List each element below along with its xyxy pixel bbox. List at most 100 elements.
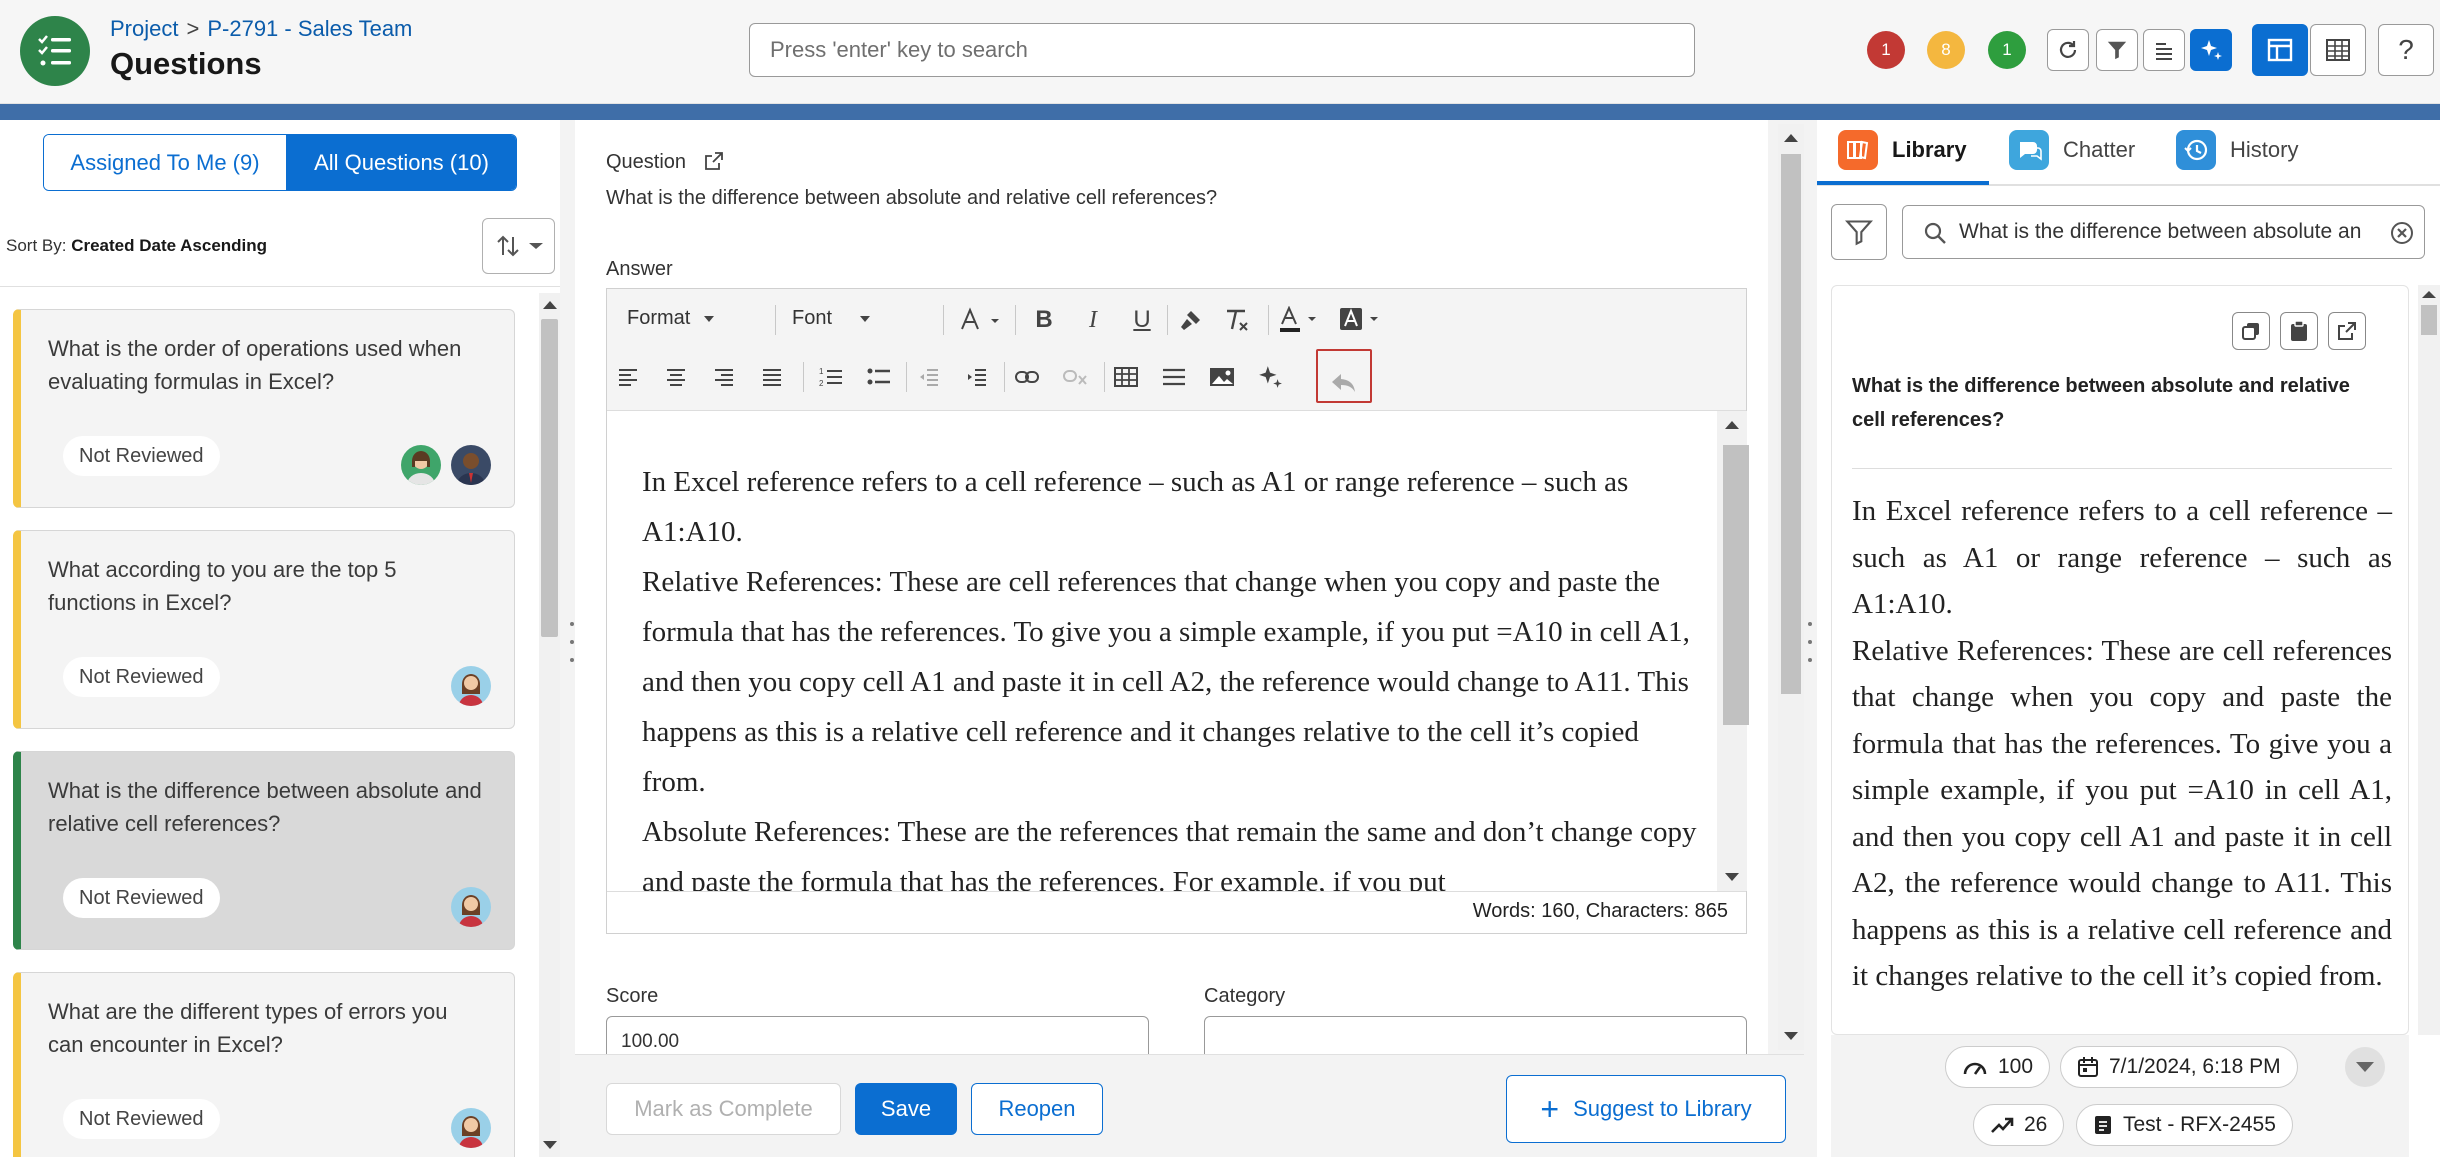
scrollbar-thumb[interactable] [1781, 154, 1801, 694]
outdent-button[interactable] [912, 360, 946, 394]
chevron-down-icon [2356, 1062, 2374, 1072]
save-button[interactable]: Save [855, 1083, 957, 1135]
font-select[interactable]: Font [792, 307, 871, 330]
ai-assist-button[interactable] [2190, 29, 2232, 71]
divider [0, 286, 560, 287]
format-select[interactable]: Format [627, 307, 715, 330]
plus-icon: + [1540, 1091, 1560, 1127]
toolbar-divider [803, 362, 804, 392]
horizontal-rule-button[interactable] [1157, 360, 1191, 394]
editor-scrollbar[interactable] [1717, 411, 1749, 891]
question-card[interactable]: What according to you are the top 5 func… [13, 530, 515, 729]
status-count-red[interactable]: 1 [1867, 31, 1905, 69]
background-color-button[interactable] [1335, 303, 1387, 337]
question-text: What is the difference between absolute … [606, 187, 1218, 209]
insert-table-button[interactable] [1109, 360, 1143, 394]
scroll-down-icon [1725, 873, 1739, 881]
status-badge: Not Reviewed [63, 657, 220, 697]
library-result-card: What is the difference between absolute … [1831, 285, 2409, 1035]
tab-assigned-to-me[interactable]: Assigned To Me (9) [44, 135, 287, 190]
underline-button[interactable]: U [1125, 303, 1159, 337]
text-format-button[interactable] [2143, 29, 2185, 71]
scroll-up-icon [543, 301, 557, 309]
history-icon [2176, 130, 2216, 170]
question-label: Question [606, 151, 724, 174]
answer-text[interactable]: In Excel reference refers to a cell refe… [642, 457, 1702, 891]
remove-link-button[interactable] [1058, 360, 1092, 394]
library-icon [1838, 130, 1878, 170]
tab-all-questions[interactable]: All Questions (10) [287, 135, 516, 190]
editor-content-area[interactable]: In Excel reference refers to a cell refe… [607, 411, 1719, 891]
resize-handle-right[interactable] [1808, 622, 1814, 662]
answer-label: Answer [606, 258, 673, 280]
align-right-button[interactable] [707, 360, 741, 394]
suggest-to-library-button[interactable]: + Suggest to Library [1506, 1075, 1786, 1143]
clear-search-icon[interactable] [2390, 221, 2414, 245]
question-filter-tabs: Assigned To Me (9) All Questions (10) [43, 134, 517, 191]
detail-scrollbar[interactable] [1778, 124, 1804, 1050]
insert-image-button[interactable] [1205, 360, 1239, 394]
horizontal-rule-icon [1163, 368, 1185, 386]
insert-link-button[interactable] [1010, 360, 1044, 394]
source-chip-value: Test - RFX-2455 [2123, 1113, 2276, 1136]
expand-footer-button[interactable] [2345, 1047, 2385, 1087]
scrollbar-thumb[interactable] [2421, 305, 2437, 335]
tab-history[interactable]: History [2176, 130, 2298, 170]
bullet-list-button[interactable] [862, 360, 896, 394]
filter-button[interactable] [2096, 29, 2138, 71]
status-count-yellow[interactable]: 8 [1927, 31, 1965, 69]
indent-button[interactable] [960, 360, 994, 394]
bullet-list-icon [867, 368, 890, 385]
editor-toolbar: Format Font B I U 12 [607, 289, 1746, 411]
justify-button[interactable] [755, 360, 789, 394]
unlink-icon [1063, 370, 1087, 385]
text-color-button[interactable] [1275, 303, 1327, 337]
status-count-green[interactable]: 1 [1988, 31, 2026, 69]
library-filter-button[interactable] [1831, 204, 1887, 260]
global-search-input[interactable]: Press 'enter' key to search [749, 23, 1695, 77]
breadcrumb: Project > P-2791 - Sales Team [110, 16, 412, 42]
clear-format-icon [1227, 309, 1248, 331]
toolbar-divider [1004, 362, 1005, 392]
clear-format-button[interactable] [1220, 303, 1254, 337]
bold-button[interactable]: B [1027, 303, 1061, 337]
breadcrumb-project[interactable]: P-2791 - Sales Team [207, 16, 412, 41]
panel-layout-icon [2267, 38, 2293, 62]
numbered-list-button[interactable]: 12 [814, 360, 848, 394]
library-search-input[interactable]: What is the difference between absolute … [1902, 205, 2425, 259]
question-card-selected[interactable]: What is the difference between absolute … [13, 751, 515, 950]
scrollbar-thumb[interactable] [1723, 445, 1749, 725]
font-size-button[interactable] [953, 303, 1009, 337]
toolbar-divider [1104, 362, 1105, 392]
question-list-scrollbar[interactable] [539, 293, 560, 1157]
tab-history-label: History [2230, 137, 2299, 162]
source-chip[interactable]: Test - RFX-2455 [2076, 1104, 2293, 1146]
question-card[interactable]: What is the order of operations used whe… [13, 309, 515, 508]
layout-panel-view-button[interactable] [2252, 24, 2308, 76]
clipboard-button[interactable] [2280, 312, 2318, 350]
align-left-button[interactable] [611, 360, 645, 394]
reopen-button[interactable]: Reopen [971, 1083, 1103, 1135]
help-button[interactable]: ? [2378, 24, 2434, 76]
score-label: Score [606, 985, 659, 1007]
breadcrumb-project-root[interactable]: Project [110, 16, 178, 41]
open-external-button[interactable] [2328, 312, 2366, 350]
refresh-button[interactable] [2047, 29, 2089, 71]
format-painter-button[interactable] [1174, 303, 1208, 337]
status-badge: Not Reviewed [63, 878, 220, 918]
copy-button[interactable] [2232, 312, 2270, 350]
ai-generate-button[interactable] [1253, 360, 1287, 394]
italic-button[interactable]: I [1076, 303, 1110, 337]
external-link-icon[interactable] [704, 151, 724, 171]
library-scrollbar[interactable] [2418, 285, 2440, 1035]
mark-complete-button[interactable]: Mark as Complete [606, 1083, 841, 1135]
layout-table-view-button[interactable] [2310, 24, 2366, 76]
align-center-button[interactable] [659, 360, 693, 394]
tab-library[interactable]: Library [1838, 130, 1967, 170]
align-center-icon [667, 369, 685, 386]
sort-button[interactable] [482, 218, 555, 274]
toolbar-divider [906, 362, 907, 392]
scrollbar-thumb[interactable] [541, 319, 558, 637]
question-card[interactable]: What are the different types of errors y… [13, 972, 515, 1157]
tab-chatter[interactable]: Chatter [2009, 130, 2135, 170]
